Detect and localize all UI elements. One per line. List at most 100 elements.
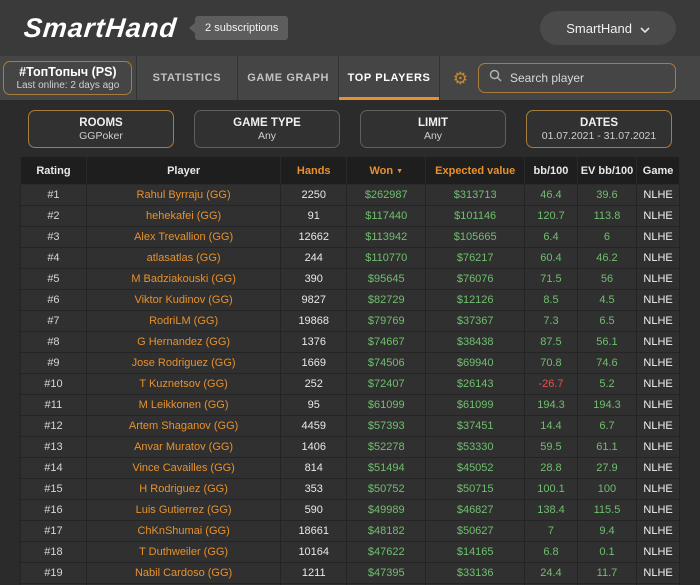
cell-expected-value: $12126: [425, 289, 526, 311]
cell-player-name[interactable]: Artem Shaganov (GG): [85, 415, 282, 437]
cell-bb100: 28.8: [524, 457, 578, 479]
cell-expected-value: $33136: [425, 562, 526, 584]
cell-won: $47395: [346, 562, 427, 584]
table-row[interactable]: #15 H Rodriguez (GG) 353 $50752 $50715 1…: [20, 478, 680, 500]
table-row[interactable]: #17 ChKnShumai (GG) 18661 $48182 $50627 …: [20, 520, 680, 542]
column-header-ev-bb100[interactable]: EV bb/100: [576, 156, 638, 185]
table-row[interactable]: #16 Luis Gutierrez (GG) 590 $49989 $4682…: [20, 499, 680, 521]
cell-rating: #17: [20, 520, 87, 542]
cell-game: NLHE: [636, 415, 680, 437]
cell-hands: 1669: [280, 352, 348, 374]
table-row[interactable]: #8 G Hernandez (GG) 1376 $74667 $38438 8…: [20, 331, 680, 353]
cell-player-name[interactable]: Jose Rodriguez (GG): [85, 352, 282, 374]
cell-player-name[interactable]: Anvar Muratov (GG): [85, 436, 282, 458]
gear-icon[interactable]: ⚙: [453, 70, 468, 87]
table-row[interactable]: #3 Alex Trevallion (GG) 12662 $113942 $1…: [20, 226, 680, 248]
filter-dates[interactable]: DATES 01.07.2021 - 31.07.2021: [526, 110, 672, 148]
filter-dates-value: 01.07.2021 - 31.07.2021: [541, 129, 657, 142]
column-header-expected-value[interactable]: Expected value: [425, 156, 526, 185]
cell-ev-bb100: 9.4: [576, 520, 638, 542]
table-row[interactable]: #6 Viktor Kudinov (GG) 9827 $82729 $1212…: [20, 289, 680, 311]
tab-game-graph[interactable]: GAME GRAPH: [237, 56, 338, 100]
table-row[interactable]: #14 Vince Cavailles (GG) 814 $51494 $450…: [20, 457, 680, 479]
table-row[interactable]: #11 M Leikkonen (GG) 95 $61099 $61099 19…: [20, 394, 680, 416]
column-header-player[interactable]: Player: [85, 156, 282, 185]
cell-ev-bb100: 27.9: [576, 457, 638, 479]
cell-player-name[interactable]: hehekafei (GG): [85, 205, 282, 227]
cell-won: $74667: [346, 331, 427, 353]
table-row[interactable]: #12 Artem Shaganov (GG) 4459 $57393 $374…: [20, 415, 680, 437]
table-row[interactable]: #5 M Badziakouski (GG) 390 $95645 $76076…: [20, 268, 680, 290]
cell-won: $57393: [346, 415, 427, 437]
cell-rating: #10: [20, 373, 87, 395]
cell-game: NLHE: [636, 562, 680, 584]
filter-rooms[interactable]: ROOMS GGPoker: [28, 110, 174, 148]
filter-limit-label: LIMIT: [417, 116, 449, 129]
cell-player-name[interactable]: Luis Gutierrez (GG): [85, 499, 282, 521]
cell-player-name[interactable]: H Rodriguez (GG): [85, 478, 282, 500]
filter-game-type[interactable]: GAME TYPE Any: [194, 110, 340, 148]
cell-bb100: 194.3: [524, 394, 578, 416]
cell-won: $47622: [346, 541, 427, 563]
cell-hands: 4459: [280, 415, 348, 437]
cell-won: $79769: [346, 310, 427, 332]
cell-player-name[interactable]: Alex Trevallion (GG): [85, 226, 282, 248]
cell-hands: 390: [280, 268, 348, 290]
cell-rating: #19: [20, 562, 87, 584]
table-row[interactable]: #1 Rahul Byrraju (GG) 2250 $262987 $3137…: [20, 184, 680, 206]
column-header-game[interactable]: Game: [636, 156, 680, 185]
table-header-row: Rating Player Hands Won ▼ Expected value …: [20, 156, 680, 185]
cell-bb100: 71.5: [524, 268, 578, 290]
table-row[interactable]: #13 Anvar Muratov (GG) 1406 $52278 $5333…: [20, 436, 680, 458]
tab-statistics[interactable]: STATISTICS: [135, 56, 237, 100]
cell-rating: #5: [20, 268, 87, 290]
cell-game: NLHE: [636, 352, 680, 374]
cell-player-name[interactable]: Vince Cavailles (GG): [85, 457, 282, 479]
cell-ev-bb100: 6.7: [576, 415, 638, 437]
table-body: #1 Rahul Byrraju (GG) 2250 $262987 $3137…: [20, 184, 680, 585]
cell-player-name[interactable]: T Kuznetsov (GG): [85, 373, 282, 395]
cell-player-name[interactable]: G Hernandez (GG): [85, 331, 282, 353]
player-search-box[interactable]: [478, 63, 676, 93]
cell-player-name[interactable]: RodriLM (GG): [85, 310, 282, 332]
column-header-won[interactable]: Won ▼: [346, 156, 427, 185]
cell-game: NLHE: [636, 499, 680, 521]
cell-game: NLHE: [636, 226, 680, 248]
cell-player-name[interactable]: ChKnShumai (GG): [85, 520, 282, 542]
table-row[interactable]: #2 hehekafei (GG) 91 $117440 $101146 120…: [20, 205, 680, 227]
table-row[interactable]: #9 Jose Rodriguez (GG) 1669 $74506 $6994…: [20, 352, 680, 374]
column-header-rating[interactable]: Rating: [20, 156, 87, 185]
cell-bb100: 24.4: [524, 562, 578, 584]
sort-desc-icon: ▼: [396, 167, 403, 175]
search-input[interactable]: [510, 71, 665, 85]
cell-player-name[interactable]: M Leikkonen (GG): [85, 394, 282, 416]
cell-ev-bb100: 39.6: [576, 184, 638, 206]
cell-player-name[interactable]: Nabil Cardoso (GG): [85, 562, 282, 584]
cell-player-name[interactable]: Viktor Kudinov (GG): [85, 289, 282, 311]
subscriptions-badge[interactable]: 2 subscriptions: [195, 16, 289, 40]
cell-expected-value: $101146: [425, 205, 526, 227]
cell-expected-value: $26143: [425, 373, 526, 395]
cell-game: NLHE: [636, 310, 680, 332]
tab-top-players[interactable]: TOP PLAYERS: [338, 56, 440, 100]
column-header-bb100[interactable]: bb/100: [524, 156, 578, 185]
column-header-hands[interactable]: Hands: [280, 156, 348, 185]
cell-won: $117440: [346, 205, 427, 227]
table-row[interactable]: #7 RodriLM (GG) 19868 $79769 $37367 7.3 …: [20, 310, 680, 332]
account-menu-button[interactable]: SmartHand: [540, 11, 676, 45]
cell-player-name[interactable]: M Badziakouski (GG): [85, 268, 282, 290]
table-row[interactable]: #18 T Duthweiler (GG) 10164 $47622 $1416…: [20, 541, 680, 563]
cell-hands: 353: [280, 478, 348, 500]
cell-player-name[interactable]: T Duthweiler (GG): [85, 541, 282, 563]
table-row[interactable]: #19 Nabil Cardoso (GG) 1211 $47395 $3313…: [20, 562, 680, 584]
cell-player-name[interactable]: Rahul Byrraju (GG): [85, 184, 282, 206]
profile-name: #ТопТопыч (PS): [19, 65, 117, 79]
cell-player-name[interactable]: atlasatlas (GG): [85, 247, 282, 269]
cell-won: $49989: [346, 499, 427, 521]
cell-won: $50752: [346, 478, 427, 500]
filter-limit[interactable]: LIMIT Any: [360, 110, 506, 148]
cell-expected-value: $45052: [425, 457, 526, 479]
profile-tab[interactable]: #ТопТопыч (PS) Last online: 2 days ago: [3, 61, 133, 95]
table-row[interactable]: #10 T Kuznetsov (GG) 252 $72407 $26143 -…: [20, 373, 680, 395]
table-row[interactable]: #4 atlasatlas (GG) 244 $110770 $76217 60…: [20, 247, 680, 269]
